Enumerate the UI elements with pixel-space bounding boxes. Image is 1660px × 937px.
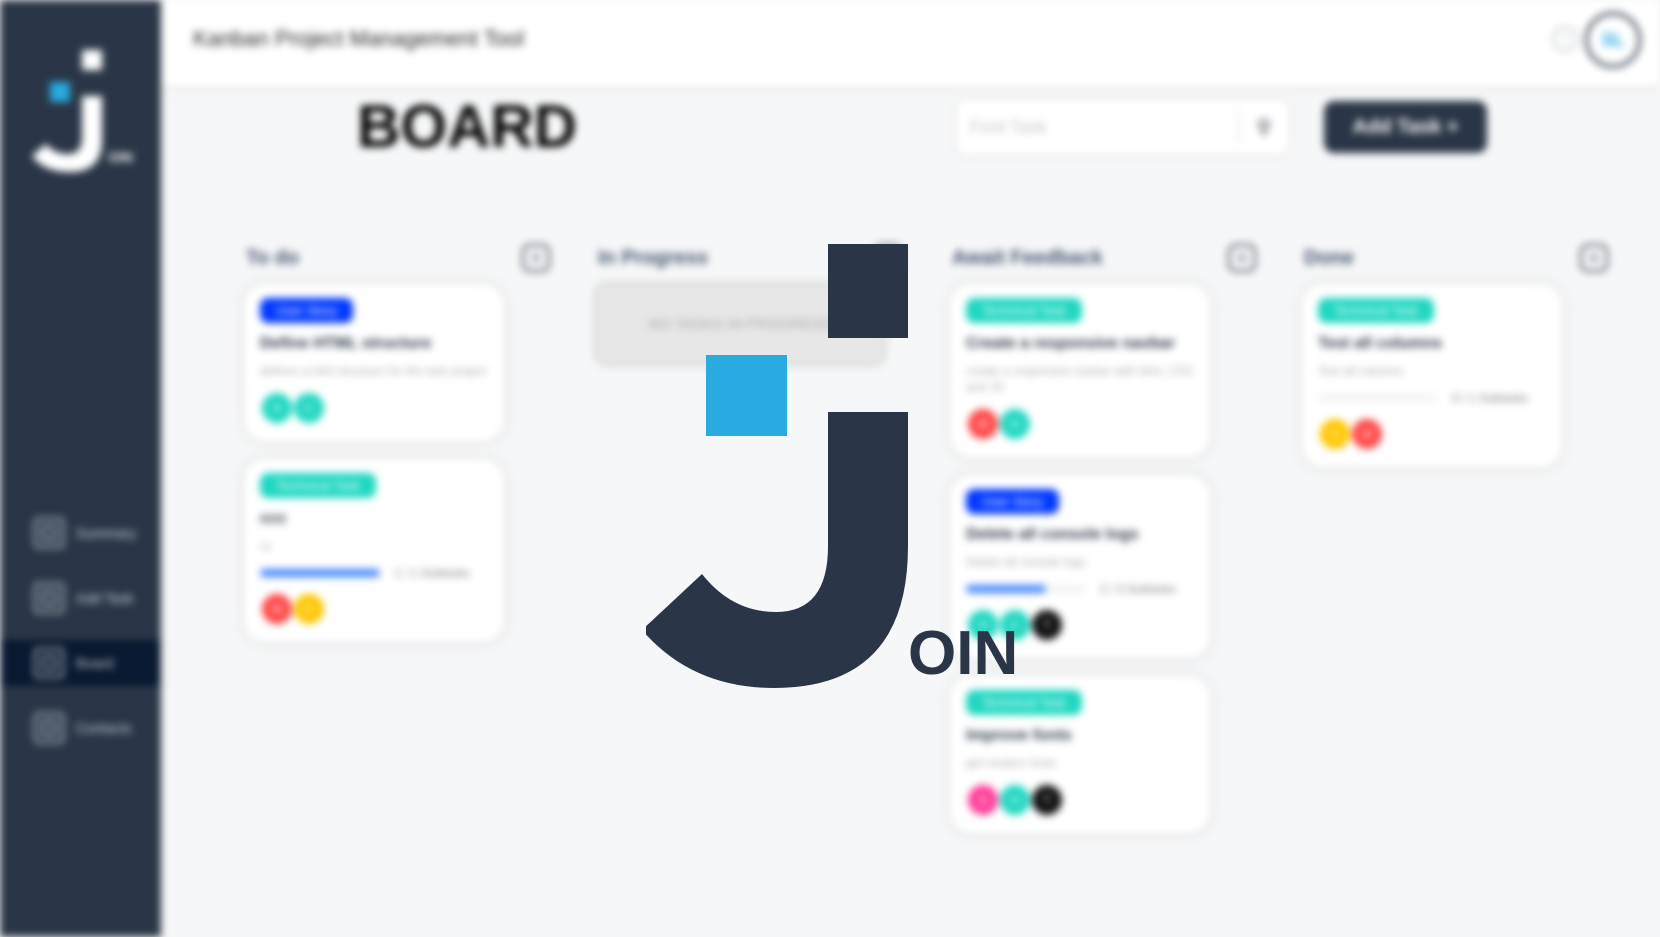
task-title: Improve fonts xyxy=(966,727,1072,744)
progress-bar xyxy=(260,569,380,577)
summary-icon xyxy=(34,518,64,548)
page-title: BOARD xyxy=(357,93,577,160)
column-done: Done + Technical Task Test all columns Test … xyxy=(1302,240,1612,485)
add-to-column-icon[interactable]: + xyxy=(1228,244,1256,272)
category-badge: User Story xyxy=(260,298,354,323)
edit-icon xyxy=(34,583,64,613)
sidebar-nav: Summary Add Task Board Contacts xyxy=(0,510,161,770)
assignee-avatar: A xyxy=(966,783,1000,817)
column-header: To do + xyxy=(244,240,554,276)
subtask-progress: 0 / 1 Subtasks xyxy=(1318,391,1546,405)
join-splash-logo: OIN xyxy=(646,244,1018,688)
header-title: Kanban Project Management Tool xyxy=(193,26,525,51)
sidebar-logo-text: OIN xyxy=(108,149,133,165)
sidebar-item-summary[interactable]: Summary xyxy=(0,510,161,556)
splash-logo-text: OIN xyxy=(908,619,1018,688)
sidebar: OIN Summary Add Task Board Contacts xyxy=(0,0,161,937)
top-header: Kanban Project Management Tool ? SL xyxy=(161,0,1660,86)
assignee-avatar: M xyxy=(260,592,294,626)
assignee-avatars: EM xyxy=(1318,417,1546,451)
sidebar-logo[interactable]: OIN xyxy=(30,50,140,180)
help-icon[interactable]: ? xyxy=(1552,26,1578,52)
task-title: Define HTML structure xyxy=(260,335,432,352)
task-card[interactable]: Technical Task Test all columns Test all c… xyxy=(1302,284,1562,467)
assignee-avatar: H xyxy=(260,391,294,425)
sidebar-item-label: Board xyxy=(76,655,114,671)
assignee-avatar: C xyxy=(292,391,326,425)
add-to-column-icon[interactable]: + xyxy=(522,244,550,272)
add-task-button[interactable]: Add Task + xyxy=(1324,101,1487,153)
sidebar-item-label: Summary xyxy=(76,525,136,541)
task-card[interactable]: User Story Define HTML structure defines a… xyxy=(244,284,504,441)
assignee-avatar: T xyxy=(1030,783,1064,817)
assignee-avatars: HC xyxy=(260,391,488,425)
column-title: To do xyxy=(246,246,299,269)
sidebar-item-add-task[interactable]: Add Task xyxy=(0,575,161,621)
category-badge: Technical Task xyxy=(260,473,377,498)
assignee-avatars: ME xyxy=(260,592,488,626)
column-to-do: To do + User Story Define HTML structure def… xyxy=(244,240,554,660)
assignee-avatar: E xyxy=(292,592,326,626)
sidebar-item-label: Add Task xyxy=(76,590,134,606)
progress-bar xyxy=(1318,394,1438,402)
assignee-avatar: E xyxy=(1318,417,1352,451)
search-input[interactable] xyxy=(956,99,1238,155)
assignee-avatar: M xyxy=(1350,417,1384,451)
search-box: ⚲ xyxy=(955,98,1290,156)
contacts-icon xyxy=(34,713,64,743)
column-title: Done xyxy=(1304,246,1354,269)
task-card[interactable]: Technical Task ccc cc 1 / 1 Subtasks M E xyxy=(244,459,504,642)
user-avatar[interactable]: SL xyxy=(1585,12,1641,68)
assignee-avatar: H xyxy=(998,783,1032,817)
sidebar-item-board[interactable]: Board xyxy=(0,640,161,686)
task-description: defines a html structure for the task pr… xyxy=(260,364,487,378)
assignee-avatars: AHT xyxy=(966,783,1194,817)
board-icon xyxy=(34,648,64,678)
task-title: Test all columns xyxy=(1318,335,1443,352)
progress-label: 1 / 1 Subtasks xyxy=(394,566,471,580)
search-icon[interactable]: ⚲ xyxy=(1239,115,1289,140)
task-title: ccc xyxy=(260,510,287,527)
progress-fill xyxy=(260,569,380,577)
task-description: get modern fonts xyxy=(966,756,1057,770)
add-to-column-icon[interactable]: + xyxy=(1580,244,1608,272)
assignee-avatar: T xyxy=(1030,608,1064,642)
sidebar-item-contacts[interactable]: Contacts xyxy=(0,705,161,751)
subtask-progress: 1 / 1 Subtasks xyxy=(260,566,488,580)
task-card[interactable]: Technical Task Improve fonts get modern fo… xyxy=(950,676,1210,833)
task-description: Test all columns xyxy=(1318,364,1404,378)
category-badge: Technical Task xyxy=(1318,298,1435,323)
progress-label: 2 / 3 Subtasks xyxy=(1100,582,1177,596)
task-description: cc xyxy=(260,539,272,553)
column-header: Done + xyxy=(1302,240,1612,276)
sidebar-item-label: Contacts xyxy=(76,720,132,736)
progress-label: 0 / 1 Subtasks xyxy=(1452,391,1529,405)
